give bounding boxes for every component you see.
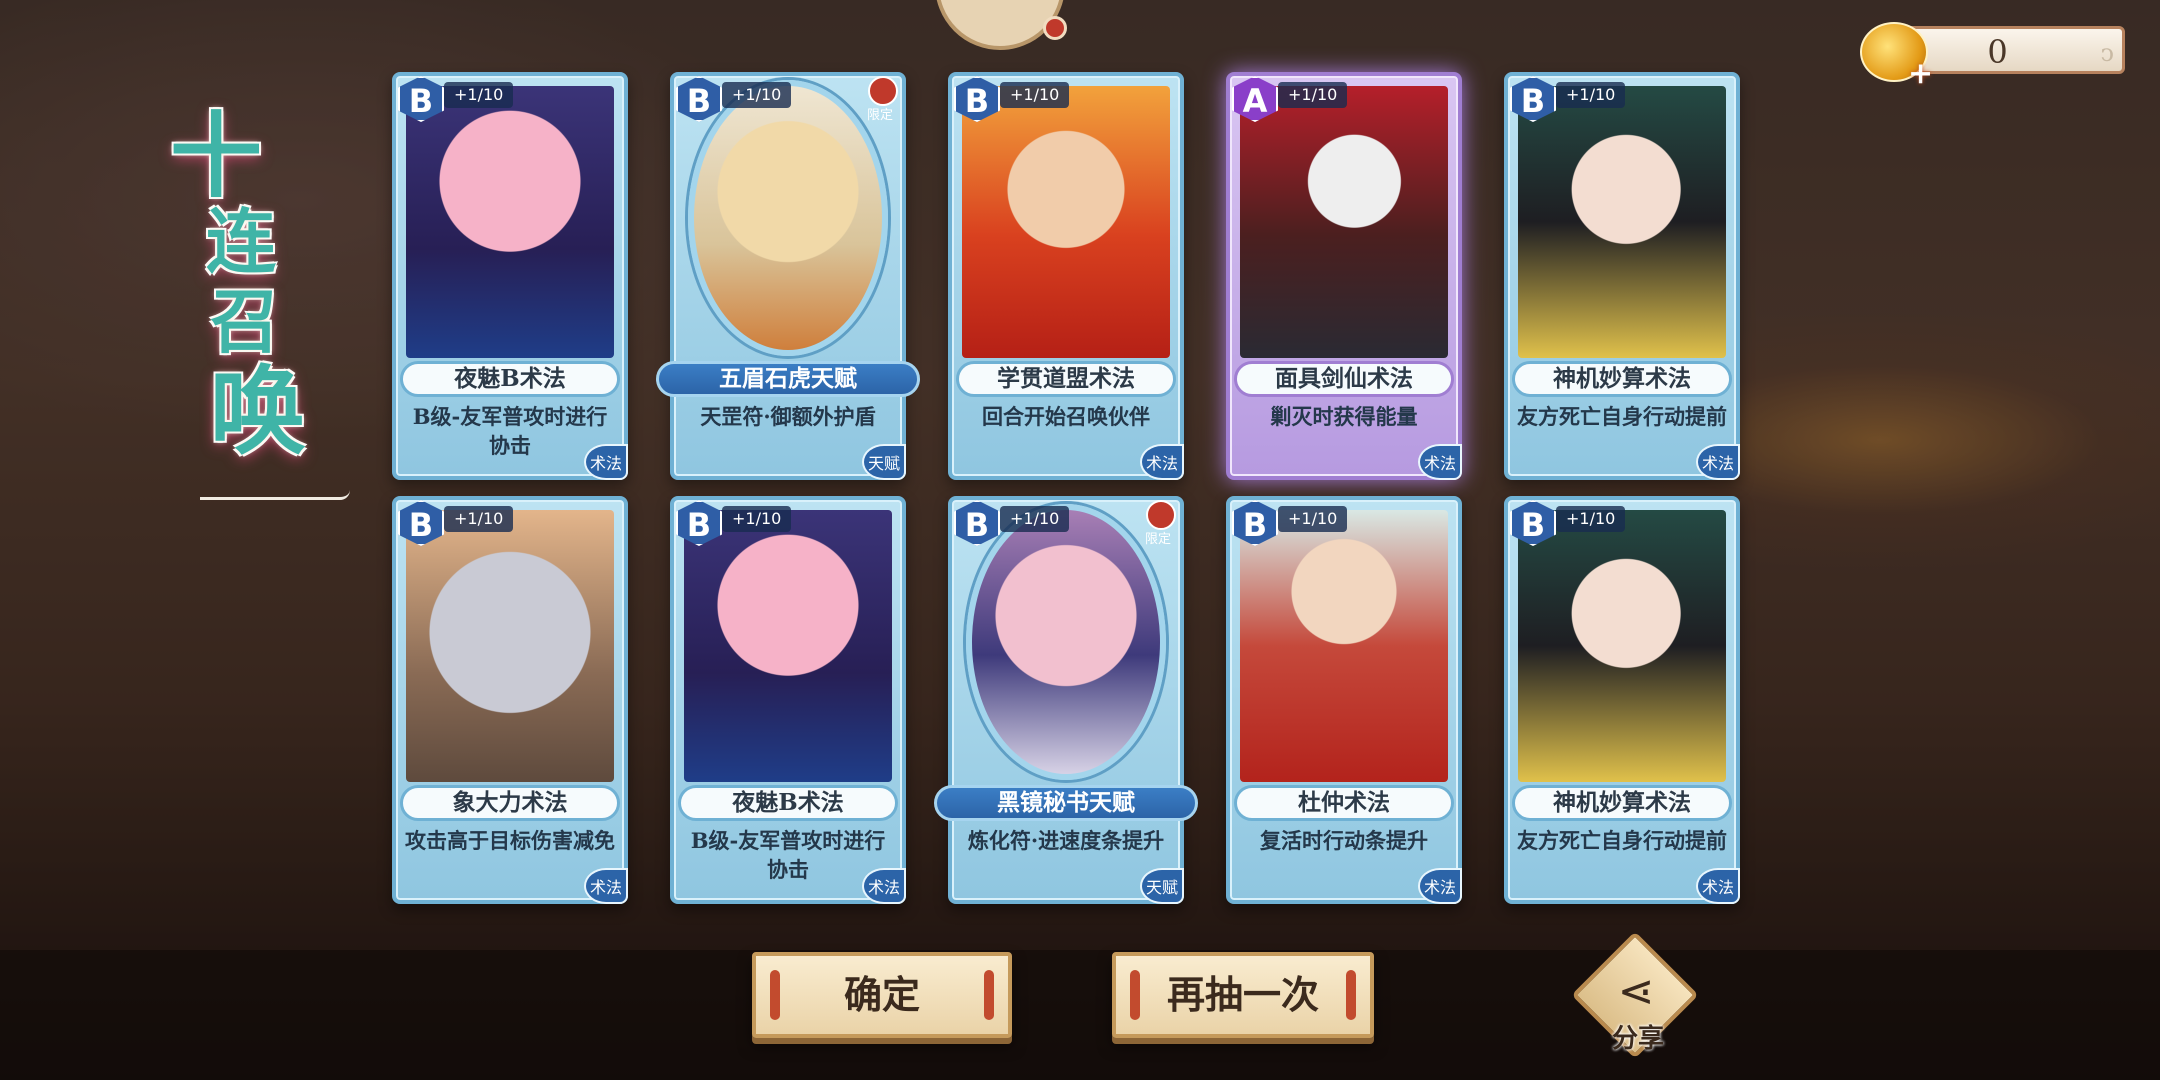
card-portrait: [962, 86, 1170, 358]
type-stamp: 天赋: [862, 444, 906, 480]
card-portrait: [1518, 510, 1726, 782]
card-portrait: [406, 510, 614, 782]
limited-badge: 限定: [1138, 500, 1178, 547]
currency-bar: 0 ↄ: [1900, 26, 2125, 74]
reward-card[interactable]: A +1/10 面具剑仙术法 剿灭时获得能量 术法: [1226, 72, 1462, 480]
card-name: 杜仲术法: [1234, 785, 1454, 821]
reward-card[interactable]: B +1/10 限定 五眉石虎天赋 天罡符·御额外护盾 天赋: [656, 72, 920, 480]
card-name: 黑镜秘书天赋: [934, 785, 1198, 821]
page-title: 十 连 召 唤: [170, 102, 350, 510]
redraw-button[interactable]: 再抽一次: [1112, 952, 1374, 1038]
reward-card[interactable]: B +1/10 神机妙算术法 友方死亡自身行动提前 术法: [1504, 72, 1740, 480]
count-label: +1/10: [1278, 506, 1348, 532]
card-name: 学贯道盟术法: [956, 361, 1176, 397]
reward-card[interactable]: B +1/10 夜魅B术法 B级-友军普攻时进行协击 术法: [392, 72, 628, 480]
type-stamp: 术法: [1696, 444, 1740, 480]
card-name: 五眉石虎天赋: [656, 361, 920, 397]
reward-card[interactable]: B +1/10 限定 黑镜秘书天赋 炼化符·进速度条提升 天赋: [934, 496, 1198, 904]
add-currency-button[interactable]: +: [1908, 56, 1933, 91]
title-char: 召: [210, 280, 280, 363]
type-stamp: 术法: [1140, 444, 1184, 480]
card-name: 夜魅B术法: [400, 361, 620, 397]
reward-card[interactable]: B +1/10 夜魅B术法 B级-友军普攻时进行协击 术法: [670, 496, 906, 904]
type-stamp: 术法: [1418, 444, 1462, 480]
count-label: +1/10: [444, 506, 514, 532]
bottom-bar: [0, 950, 2160, 1080]
card-name: 面具剑仙术法: [1234, 361, 1454, 397]
card-portrait: [1518, 86, 1726, 358]
reward-card[interactable]: B +1/10 学贯道盟术法 回合开始召唤伙伴 术法: [948, 72, 1184, 480]
count-label: +1/10: [722, 82, 792, 108]
reward-card[interactable]: B +1/10 神机妙算术法 友方死亡自身行动提前 术法: [1504, 496, 1740, 904]
reward-card[interactable]: B +1/10 杜仲术法 复活时行动条提升 术法: [1226, 496, 1462, 904]
type-stamp: 术法: [584, 868, 628, 904]
ornament-dot-icon: [1043, 16, 1067, 40]
count-label: +1/10: [1556, 506, 1626, 532]
limited-badge: 限定: [860, 76, 900, 123]
card-portrait: [406, 86, 614, 358]
count-label: +1/10: [1556, 82, 1626, 108]
card-name: 夜魅B术法: [678, 785, 898, 821]
share-icon: ⋖: [1617, 966, 1655, 1017]
card-name: 神机妙算术法: [1512, 785, 1732, 821]
card-portrait: [688, 80, 888, 356]
card-name: 象大力术法: [400, 785, 620, 821]
curl-ornament-icon: ↄ: [2100, 39, 2114, 67]
rarity-badge: B: [676, 76, 722, 122]
type-stamp: 术法: [584, 444, 628, 480]
title-underline: [200, 490, 350, 500]
type-stamp: 术法: [1418, 868, 1462, 904]
count-label: +1/10: [1000, 506, 1070, 532]
share-label: 分享: [1611, 1024, 1664, 1054]
count-label: +1/10: [722, 506, 792, 532]
currency-display[interactable]: 0 ↄ +: [1860, 22, 2125, 91]
count-label: +1/10: [444, 82, 514, 108]
count-label: +1/10: [1000, 82, 1070, 108]
card-portrait: [1240, 510, 1448, 782]
count-label: +1/10: [1278, 82, 1348, 108]
title-char: 十: [170, 102, 263, 210]
type-stamp: 术法: [1696, 868, 1740, 904]
card-name: 神机妙算术法: [1512, 361, 1732, 397]
title-char: 连: [206, 200, 276, 283]
type-stamp: 术法: [862, 868, 906, 904]
card-portrait: [1240, 86, 1448, 358]
type-stamp: 天赋: [1140, 868, 1184, 904]
confirm-button[interactable]: 确定: [752, 952, 1012, 1038]
reward-card[interactable]: B +1/10 象大力术法 攻击高于目标伤害减免 术法: [392, 496, 628, 904]
card-portrait: [966, 504, 1166, 780]
card-portrait: [684, 510, 892, 782]
rarity-badge: B: [954, 500, 1000, 546]
title-char: 唤: [210, 355, 306, 468]
